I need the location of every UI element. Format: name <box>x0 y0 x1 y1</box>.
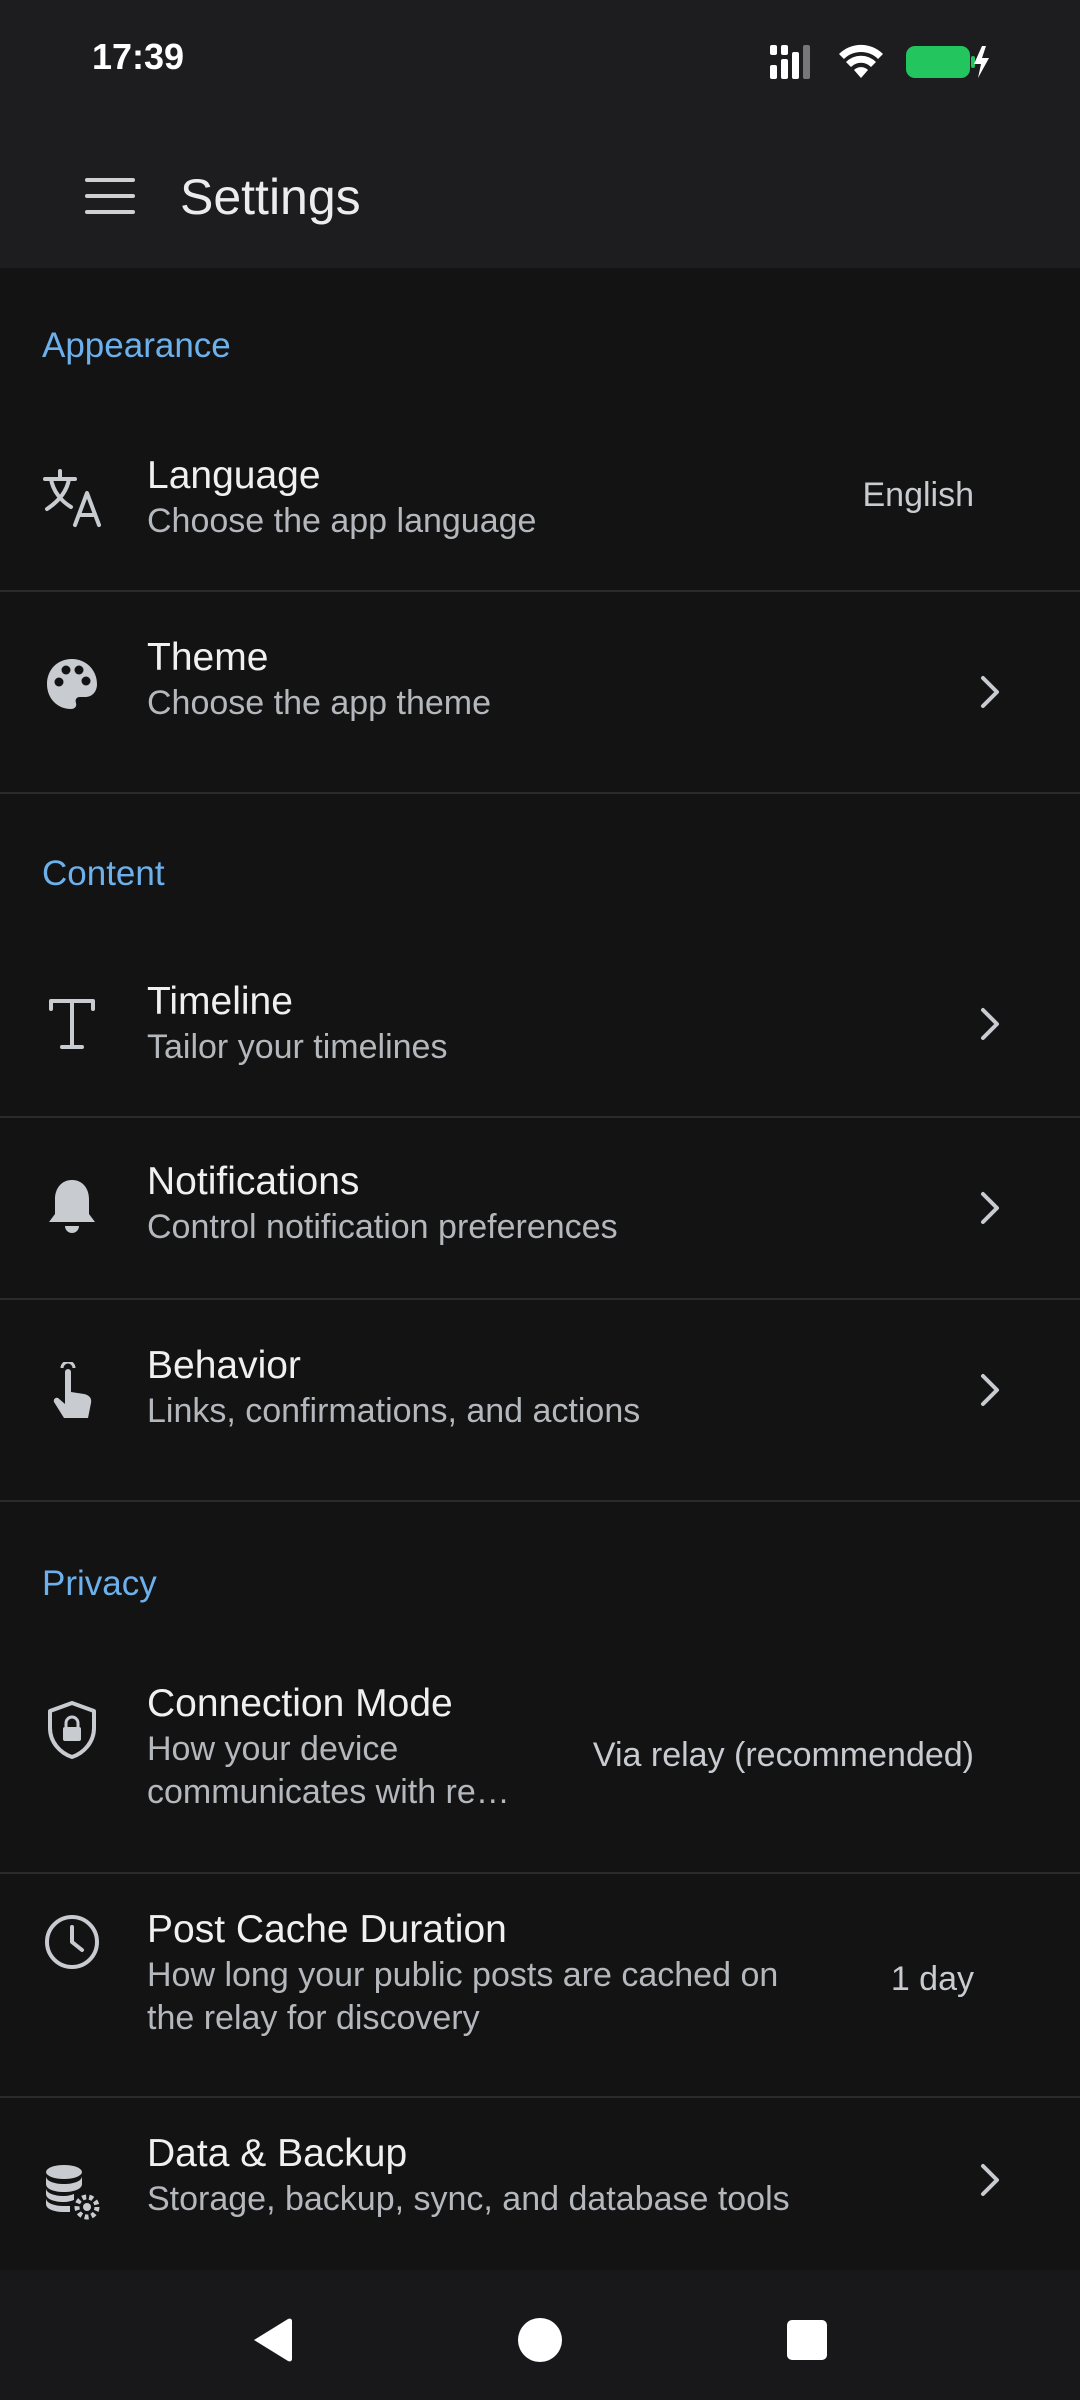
setting-title: Language <box>147 454 321 497</box>
setting-title: Connection Mode <box>147 1682 453 1725</box>
setting-connection-mode[interactable]: Connection Mode How your device communic… <box>0 1644 1080 1874</box>
nav-home-button[interactable] <box>500 2300 580 2380</box>
setting-behavior[interactable]: Behavior Links, confirmations, and actio… <box>0 1300 1080 1502</box>
setting-title: Data & Backup <box>147 2132 408 2175</box>
setting-title: Theme <box>147 636 269 679</box>
setting-value-language: English <box>862 476 974 514</box>
section-header-content: Content <box>42 854 165 893</box>
translate-icon <box>40 466 104 530</box>
text-t-icon <box>40 992 104 1056</box>
setting-subtitle: the relay for discovery <box>147 1999 480 2037</box>
page-title: Settings <box>180 169 361 225</box>
chevron-right-icon <box>970 1188 1010 1228</box>
clock-icon <box>40 1910 104 1974</box>
wifi-icon <box>839 44 883 78</box>
setting-language[interactable]: Language Choose the app language English <box>0 408 1080 592</box>
back-triangle-icon <box>254 2318 292 2362</box>
section-header-privacy: Privacy <box>42 1564 157 1603</box>
nav-back-button[interactable] <box>231 2300 311 2380</box>
app-bar: Settings <box>0 120 1080 268</box>
cellular-signal-icon <box>770 45 810 79</box>
shield-lock-icon <box>40 1698 104 1762</box>
system-nav-bar <box>0 2270 1080 2400</box>
setting-subtitle: How your device <box>147 1730 399 1768</box>
palette-icon <box>40 652 104 716</box>
hamburger-menu-icon <box>85 178 135 214</box>
settings-list: Appearance Language Choose the app langu… <box>0 268 1080 2270</box>
chevron-right-icon <box>970 1004 1010 1044</box>
setting-subtitle: Choose the app language <box>147 502 537 540</box>
setting-notifications[interactable]: Notifications Control notification prefe… <box>0 1118 1080 1300</box>
setting-subtitle: Choose the app theme <box>147 684 492 722</box>
status-bar: 17:39 <box>0 0 1080 120</box>
setting-subtitle: Storage, backup, sync, and database tool… <box>147 2180 790 2218</box>
home-circle-icon <box>518 2318 562 2362</box>
status-icons <box>770 40 990 84</box>
setting-subtitle: communicates with re… <box>147 1773 510 1811</box>
setting-subtitle: Links, confirmations, and actions <box>147 1392 641 1430</box>
touch-hand-icon <box>40 1360 104 1424</box>
section-header-appearance: Appearance <box>42 326 231 365</box>
setting-value-post-cache-duration: 1 day <box>890 1960 974 1998</box>
setting-data-backup[interactable]: Data & Backup Storage, backup, sync, and… <box>0 2098 1080 2270</box>
setting-title: Post Cache Duration <box>147 1908 507 1951</box>
setting-title: Timeline <box>147 980 293 1023</box>
setting-timeline[interactable]: Timeline Tailor your timelines <box>0 934 1080 1118</box>
setting-subtitle: Tailor your timelines <box>147 1028 448 1066</box>
menu-button[interactable] <box>70 156 150 236</box>
setting-title: Notifications <box>147 1160 360 1203</box>
setting-subtitle: How long your public posts are cached on <box>147 1956 779 1994</box>
database-gear-icon <box>40 2160 104 2224</box>
setting-title: Behavior <box>147 1344 301 1387</box>
setting-post-cache-duration[interactable]: Post Cache Duration How long your public… <box>0 1874 1080 2098</box>
nav-recents-button[interactable] <box>767 2300 847 2380</box>
recents-square-icon <box>787 2320 827 2360</box>
battery-charging-icon <box>906 46 989 78</box>
setting-theme[interactable]: Theme Choose the app theme <box>0 592 1080 794</box>
chevron-right-icon <box>970 2160 1010 2200</box>
bell-icon <box>40 1174 104 1238</box>
setting-subtitle: Control notification preferences <box>147 1208 618 1246</box>
chevron-right-icon <box>970 1370 1010 1410</box>
status-time: 17:39 <box>92 36 185 77</box>
setting-value-connection-mode: Via relay (recommended) <box>592 1736 974 1774</box>
chevron-right-icon <box>970 672 1010 712</box>
